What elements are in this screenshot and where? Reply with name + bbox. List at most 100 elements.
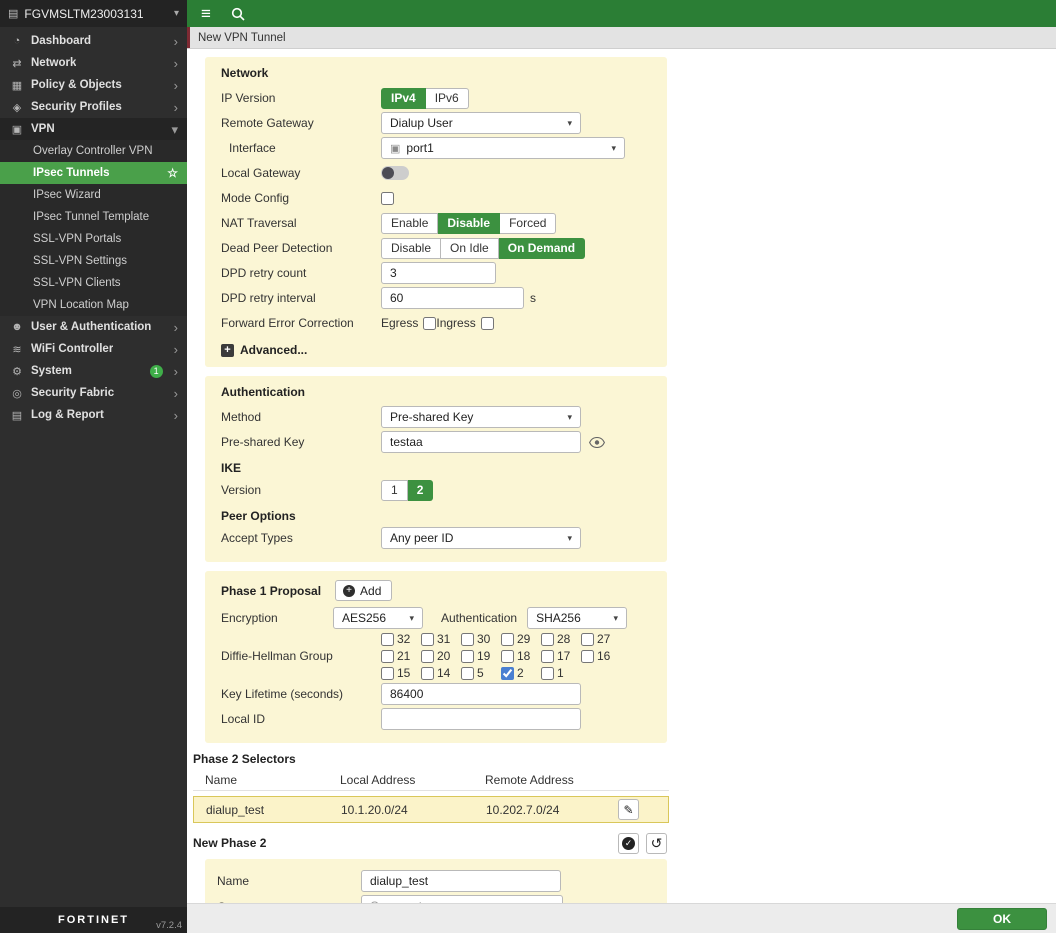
dead-peer-detection-row: Dead Peer Detection Disable On Idle On D…: [221, 237, 657, 259]
form-content: Network IP Version IPv4 IPv6 Remote Gate…: [187, 49, 1056, 903]
field-label: Local Gateway: [221, 166, 381, 180]
proposal-authentication-select[interactable]: SHA256 ▾: [527, 607, 627, 629]
remote-gateway-select[interactable]: Dialup User ▾: [381, 112, 581, 134]
dh-group-20[interactable]: 20: [421, 649, 452, 663]
ingress-label: Ingress: [436, 316, 475, 330]
ipv4-option[interactable]: IPv4: [381, 88, 426, 109]
ike-version-2-option[interactable]: 2: [408, 480, 434, 501]
fec-egress-checkbox[interactable]: [423, 317, 436, 330]
sidebar-item-sslvpn-settings[interactable]: SSL-VPN Settings: [0, 250, 187, 272]
network-section: Network IP Version IPv4 IPv6 Remote Gate…: [205, 57, 667, 367]
sidebar-item-wifi-controller[interactable]: ≋ WiFi Controller ›: [0, 338, 187, 360]
dh-group-5[interactable]: 5: [461, 666, 492, 680]
dh-group-31[interactable]: 31: [421, 632, 452, 646]
sidebar-item-system[interactable]: ⚙ System 1 ›: [0, 360, 187, 382]
accept-phase2-button[interactable]: ✓: [618, 833, 639, 854]
security-profiles-icon: ◈: [10, 101, 24, 114]
dh-group-16[interactable]: 16: [581, 649, 612, 663]
encryption-row: Encryption AES256 ▾ Authentication SHA25…: [221, 607, 657, 629]
expand-plus-icon: +: [221, 344, 234, 357]
dh-group-29[interactable]: 29: [501, 632, 532, 646]
breadcrumb: New VPN Tunnel: [187, 27, 1056, 49]
fec-ingress-checkbox[interactable]: [481, 317, 494, 330]
local-gateway-toggle[interactable]: [381, 166, 409, 180]
nat-disable-option[interactable]: Disable: [438, 213, 500, 234]
chevron-right-icon: ›: [174, 365, 178, 378]
accept-types-select[interactable]: Any peer ID ▾: [381, 527, 581, 549]
dh-group-17[interactable]: 17: [541, 649, 572, 663]
ike-version-1-option[interactable]: 1: [381, 480, 408, 501]
sidebar: ▤ FGVMSLTM23003131 ▾ ◔ Dashboard › ⇄ Net…: [0, 0, 187, 933]
selector-table-row[interactable]: dialup_test 10.1.20.0/24 10.202.7.0/24 ✎: [193, 796, 669, 823]
local-id-input[interactable]: [381, 708, 581, 730]
dh-group-15[interactable]: 15: [381, 666, 412, 680]
dh-group-28[interactable]: 28: [541, 632, 572, 646]
phase2-name-input[interactable]: [361, 870, 561, 892]
sidebar-item-vpn[interactable]: ▣ VPN ▾: [0, 118, 187, 140]
interface-select[interactable]: ▣ port1 ▾: [381, 137, 625, 159]
device-name: FGVMSLTM23003131: [24, 7, 143, 21]
ipv6-option[interactable]: IPv6: [426, 88, 469, 109]
sidebar-item-security-fabric[interactable]: ◎ Security Fabric ›: [0, 382, 187, 404]
sidebar-item-overlay-controller-vpn[interactable]: Overlay Controller VPN: [0, 140, 187, 162]
sidebar-item-log-report[interactable]: ▤ Log & Report ›: [0, 404, 187, 426]
nat-enable-option[interactable]: Enable: [381, 213, 438, 234]
dh-group-2[interactable]: 2: [501, 666, 532, 680]
dpd-retry-interval-row: DPD retry interval s: [221, 287, 657, 309]
dh-group-14[interactable]: 14: [421, 666, 452, 680]
sidebar-item-ipsec-tunnel-template[interactable]: IPsec Tunnel Template: [0, 206, 187, 228]
sidebar-item-sslvpn-clients[interactable]: SSL-VPN Clients: [0, 272, 187, 294]
dh-group-32[interactable]: 32: [381, 632, 412, 646]
dpd-disable-option[interactable]: Disable: [381, 238, 441, 259]
sidebar-item-vpn-location-map[interactable]: VPN Location Map: [0, 294, 187, 316]
method-select[interactable]: Pre-shared Key ▾: [381, 406, 581, 428]
sidebar-item-network[interactable]: ⇄ Network ›: [0, 52, 187, 74]
sidebar-item-dashboard[interactable]: ◔ Dashboard ›: [0, 30, 187, 52]
egress-label: Egress: [381, 316, 418, 330]
dh-group-27[interactable]: 27: [581, 632, 612, 646]
dh-group-1[interactable]: 1: [541, 666, 572, 680]
dh-group-18[interactable]: 18: [501, 649, 532, 663]
star-icon[interactable]: ☆: [167, 166, 178, 180]
sidebar-item-label: Dashboard: [31, 35, 91, 47]
dpd-on-demand-option[interactable]: On Demand: [499, 238, 585, 259]
field-label: Forward Error Correction: [221, 316, 381, 330]
field-label: DPD retry count: [221, 266, 381, 280]
key-lifetime-input[interactable]: [381, 683, 581, 705]
field-label: Key Lifetime (seconds): [221, 687, 381, 701]
add-proposal-button[interactable]: + Add: [335, 580, 392, 601]
sidebar-item-security-profiles[interactable]: ◈ Security Profiles ›: [0, 96, 187, 118]
pre-shared-key-input[interactable]: [381, 431, 581, 453]
device-selector[interactable]: ▤ FGVMSLTM23003131 ▾: [0, 0, 187, 27]
ip-version-row: IP Version IPv4 IPv6: [221, 87, 657, 109]
sidebar-item-sslvpn-portals[interactable]: SSL-VPN Portals: [0, 228, 187, 250]
menu-icon[interactable]: ≡: [201, 5, 211, 22]
sidebar-item-ipsec-wizard[interactable]: IPsec Wizard: [0, 184, 187, 206]
nat-forced-option[interactable]: Forced: [500, 213, 556, 234]
dpd-on-idle-option[interactable]: On Idle: [441, 238, 499, 259]
sidebar-item-ipsec-tunnels[interactable]: IPsec Tunnels ☆: [0, 162, 187, 184]
dpd-retry-count-input[interactable]: [381, 262, 496, 284]
caret-down-icon: ▾: [174, 8, 179, 19]
dh-group-21[interactable]: 21: [381, 649, 412, 663]
sidebar-item-policy-objects[interactable]: ▦ Policy & Objects ›: [0, 74, 187, 96]
network-advanced-toggle[interactable]: + Advanced...: [221, 343, 657, 357]
dpd-retry-interval-input[interactable]: [381, 287, 524, 309]
undo-phase2-button[interactable]: ↺: [646, 833, 667, 854]
sidebar-item-user-authentication[interactable]: ☻ User & Authentication ›: [0, 316, 187, 338]
dh-group-19[interactable]: 19: [461, 649, 492, 663]
ok-button[interactable]: OK: [957, 908, 1047, 930]
eye-icon[interactable]: [589, 437, 605, 448]
sidebar-item-label: Security Fabric: [31, 387, 114, 399]
policy-objects-icon: ▦: [10, 79, 24, 92]
chevron-down-icon: ▾: [171, 123, 178, 136]
dh-group-30[interactable]: 30: [461, 632, 492, 646]
column-header-name: Name: [193, 773, 340, 787]
sidebar-item-label: SSL-VPN Settings: [33, 255, 127, 267]
mode-config-checkbox[interactable]: [381, 192, 394, 205]
edit-selector-button[interactable]: ✎: [618, 799, 639, 820]
phase2-comments-input[interactable]: [361, 895, 563, 903]
search-icon[interactable]: [231, 7, 245, 21]
encryption-select[interactable]: AES256 ▾: [333, 607, 423, 629]
sidebar-item-label: VPN Location Map: [33, 299, 129, 311]
